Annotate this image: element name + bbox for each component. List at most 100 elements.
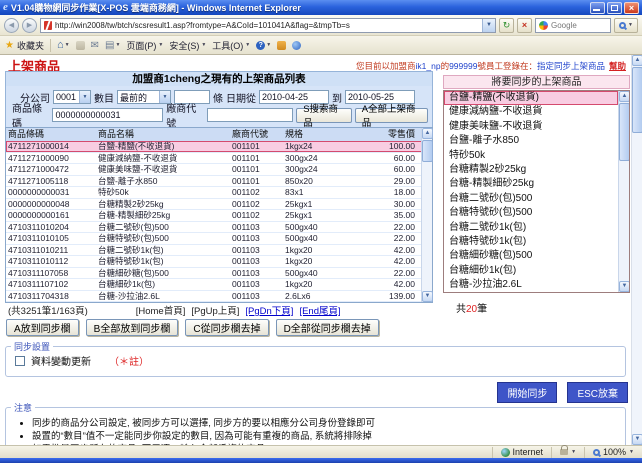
note-marker: （＊註） — [109, 353, 149, 368]
zoom-control[interactable]: 100% ▼ — [584, 447, 642, 458]
data-update-checkbox[interactable] — [15, 356, 25, 366]
addon-button-1[interactable] — [277, 41, 286, 50]
vendor-label: 廠商代號 — [166, 100, 203, 130]
sync-queue-listbox[interactable]: ▲ ▼ 台鹽-精鹽(不收退貨)健康減納鹽-不收退貨健康美味鹽-不收退貨台鹽-離子… — [443, 90, 630, 293]
count-select[interactable]: 最前的▼ — [117, 90, 171, 104]
scroll-thumb[interactable] — [619, 103, 630, 161]
table-row[interactable]: 4711271000090 健康減納鹽-不收退貨 001101 300gx24 … — [6, 153, 432, 165]
safety-menu[interactable]: 安全(S)▼ — [169, 39, 206, 52]
addon-button-2[interactable] — [292, 41, 301, 50]
list-item[interactable]: 健康美味鹽-不收退貨 — [444, 120, 618, 134]
table-row[interactable]: 4710311107058 台糖細砂糖(包)500 001103 500gx40… — [6, 268, 432, 280]
lock-icon — [560, 449, 568, 455]
scroll-up-icon[interactable]: ▲ — [619, 91, 630, 102]
mail-button[interactable]: ✉ — [91, 40, 99, 51]
list-item[interactable]: 台糖特號砂(包)500 — [444, 206, 618, 220]
security-zone: Internet — [492, 447, 552, 458]
scroll-down-icon[interactable]: ▼ — [422, 291, 433, 302]
table-row[interactable]: 4711271000472 健康美味鹽-不收退貨 001101 300gx24 … — [6, 164, 432, 176]
home-button[interactable]: ⌂▼ — [57, 39, 70, 51]
address-bar[interactable]: http://win2008/tw/btch/scsresult1.asp?fr… — [40, 18, 496, 33]
scroll-thumb[interactable] — [632, 67, 642, 133]
record-summary: (共3251筆1/163頁) — [8, 303, 88, 317]
page-menu[interactable]: 页面(P)▼ — [126, 39, 163, 52]
scroll-up-icon[interactable]: ▲ — [422, 128, 433, 139]
barcode-input[interactable]: 0000000000031 — [52, 108, 163, 122]
table-row[interactable]: 4710311010211 台糖二號砂1k(包) 001103 1kgx20 4… — [6, 245, 432, 257]
search-box[interactable]: Google — [535, 18, 611, 33]
table-row[interactable]: 0000000000031 特砂50k 001102 83x1 18.00 — [6, 187, 432, 199]
page-down-link[interactable]: [PgDn下頁] — [245, 303, 293, 317]
table-row[interactable]: 4710311704318 台糖-沙拉油2.6L 001103 2.6Lx6 1… — [6, 291, 432, 303]
print-button[interactable]: ▤▼ — [105, 40, 120, 51]
esc-cancel-button[interactable]: ESC放棄 — [567, 382, 628, 403]
home-icon: ⌂ — [57, 39, 64, 51]
scroll-down-icon[interactable]: ▼ — [619, 281, 630, 292]
list-item[interactable]: 台糖特號砂1k(包) — [444, 235, 618, 249]
stop-button[interactable]: × — [517, 18, 532, 33]
scroll-down-icon[interactable]: ▼ — [632, 434, 642, 445]
taskbar-edge — [0, 458, 642, 463]
search-placeholder: Google — [551, 21, 577, 30]
table-row[interactable]: 4710311010105 台糖特號砂(包)500 001103 500gx40… — [6, 233, 432, 245]
forward-button[interactable]: ▶ — [22, 18, 37, 33]
table-body: 4711271000014 台鹽-精鹽(不收退貨) 001101 1kgx24 … — [6, 141, 432, 302]
listbox-scrollbar[interactable]: ▲ ▼ — [618, 91, 629, 292]
list-item[interactable]: 台糖細砂1k(包) — [444, 264, 618, 278]
list-item[interactable]: 台糖二號砂(包)500 — [444, 192, 618, 206]
list-item[interactable]: 健康減納鹽-不收退貨 — [444, 105, 618, 119]
add-all-to-sync-button[interactable]: B全部放到同步欄 — [86, 319, 179, 336]
notes-list: 同步的商品分公司設定, 被同步方可以選擇, 同步方的要以相應分公司身份登錄即可設… — [32, 417, 625, 445]
list-item[interactable]: 台糖-精製細砂25kg — [444, 177, 618, 191]
scroll-thumb[interactable] — [422, 140, 433, 162]
list-item[interactable]: 台鹽-離子水850 — [444, 134, 618, 148]
restore-button[interactable] — [607, 2, 622, 14]
protected-mode-indicator[interactable]: ▼ — [551, 447, 584, 458]
table-row[interactable]: 0000000000048 台糖精製2砂25kg 001102 25kgx1 3… — [6, 199, 432, 211]
list-item[interactable]: 台鹽-精鹽(不收退貨) — [444, 91, 618, 105]
page-scrollbar[interactable]: ▲ ▼ — [631, 55, 642, 445]
all-products-button[interactable]: A全部上架商品 — [355, 108, 428, 123]
scroll-up-icon[interactable]: ▲ — [632, 55, 642, 66]
zone-label: Internet — [513, 447, 544, 457]
table-scrollbar[interactable]: ▲ ▼ — [421, 128, 432, 302]
back-button[interactable]: ◀ — [4, 18, 19, 33]
add-to-sync-button[interactable]: A放到同步欄 — [6, 319, 79, 336]
minimize-button[interactable] — [590, 2, 605, 14]
list-item[interactable]: 特砂50k — [444, 149, 618, 163]
end-page-link[interactable]: [End尾頁] — [299, 303, 340, 317]
list-item[interactable]: 台糖二號砂1k(包) — [444, 221, 618, 235]
search-button[interactable]: ▼ — [614, 18, 638, 33]
remove-from-sync-button[interactable]: C從同步欄去掉 — [185, 319, 268, 336]
address-url: http://win2008/tw/btch/scsresult1.asp?fr… — [55, 21, 479, 30]
branch-select[interactable]: 0001▼ — [53, 90, 91, 104]
remove-all-from-sync-button[interactable]: D全部從同步欄去掉 — [276, 319, 379, 336]
favorites-button[interactable]: ★ 收藏夹 — [5, 39, 44, 52]
address-dropdown-icon[interactable]: ▼ — [482, 19, 495, 32]
table-row[interactable]: 0000000000161 台糖-精製細砂25kg 001102 25kgx1 … — [6, 210, 432, 222]
help-link[interactable]: 幫助 — [609, 61, 626, 71]
search-dropdown-icon: ▼ — [628, 22, 633, 28]
search-products-button[interactable]: S搜索商品 — [296, 108, 352, 123]
table-row[interactable]: 4710311107102 台糖細砂1k(包) 001103 1kgx20 42… — [6, 279, 432, 291]
list-item[interactable]: 台糖精製2砂25kg — [444, 163, 618, 177]
mail-icon: ✉ — [91, 40, 99, 51]
table-row[interactable]: 4710311010112 台糖特號砂1k(包) 001103 1kgx20 4… — [6, 256, 432, 268]
tools-menu[interactable]: 工具(O)▼ — [212, 39, 250, 52]
help-button[interactable]: ?▼ — [256, 41, 271, 50]
list-item[interactable]: 台糖-沙拉油2.6L — [444, 278, 618, 292]
close-button[interactable]: × — [624, 2, 639, 14]
feeds-button[interactable] — [76, 41, 85, 50]
vendor-input[interactable] — [207, 108, 294, 122]
refresh-button[interactable]: ↻ — [499, 18, 514, 33]
table-row[interactable]: 4710311010204 台糖二號砂(包)500 001103 500gx40… — [6, 222, 432, 234]
google-logo-icon — [539, 21, 548, 30]
login-employee: 999999 — [449, 61, 477, 71]
table-row[interactable]: 4711271005118 台鹽-離子水850 001101 850x20 29… — [6, 176, 432, 188]
table-row[interactable]: 4711271000014 台鹽-精鹽(不收退貨) 001101 1kgx24 … — [6, 141, 432, 153]
start-sync-button[interactable]: 開始同步 — [497, 382, 557, 403]
list-item[interactable]: 台糖細砂糖(包)500 — [444, 249, 618, 263]
zoom-magnifier-icon — [593, 449, 600, 456]
notes-section: 注意 同步的商品分公司設定, 被同步方可以選擇, 同步方的要以相應分公司身份登錄… — [5, 401, 626, 445]
sync-queue-count: 共20筆 — [443, 300, 630, 315]
